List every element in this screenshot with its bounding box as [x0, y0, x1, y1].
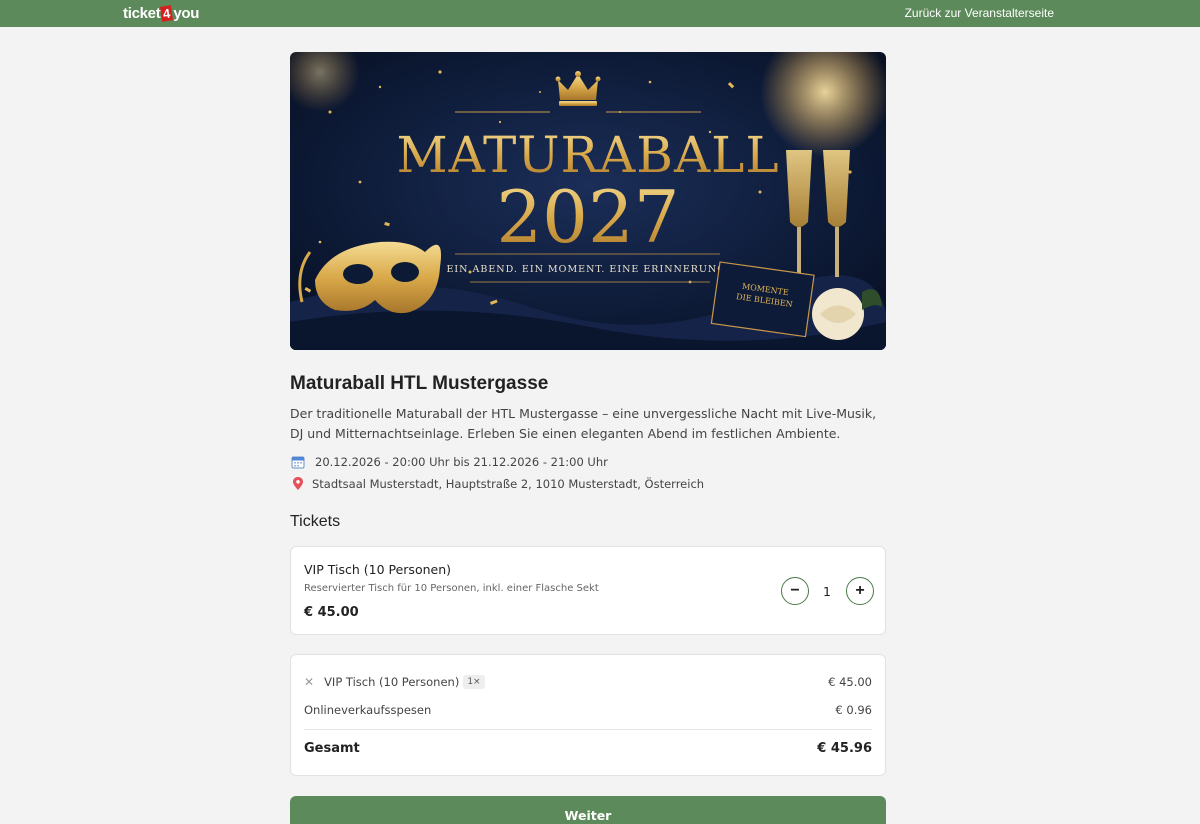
continue-button[interactable]: Weiter	[290, 796, 886, 824]
fee-value: € 0.96	[835, 703, 872, 717]
summary-item-row: ✕ VIP Tisch (10 Personen) 1× € 45.00	[304, 675, 872, 689]
decrease-quantity-button[interactable]: −	[781, 577, 809, 605]
ticket4you-logo[interactable]: ticket 4 you	[123, 5, 199, 23]
remove-item-icon[interactable]: ✕	[304, 675, 314, 689]
tickets-heading: Tickets	[290, 513, 341, 530]
total-label: Gesamt	[304, 741, 360, 756]
event-location-row: Stadtsaal Musterstadt, Hauptstraße 2, 10…	[290, 477, 704, 491]
logo-text-right: you	[173, 5, 200, 22]
event-location: Stadtsaal Musterstadt, Hauptstraße 2, 10…	[312, 477, 705, 491]
event-date-row: 20.12.2026 - 20:00 Uhr bis 21.12.2026 - …	[290, 455, 608, 469]
ticket-name: VIP Tisch (10 Personen)	[304, 562, 452, 577]
increase-quantity-button[interactable]: +	[846, 577, 874, 605]
summary-item-price: € 45.00	[828, 675, 872, 689]
logo-number: 4	[160, 5, 174, 22]
order-summary-card: ✕ VIP Tisch (10 Personen) 1× € 45.00 Onl…	[290, 654, 886, 776]
logo-text-left: ticket	[123, 5, 161, 22]
summary-divider	[304, 729, 872, 730]
fee-label: Onlineverkaufsspesen	[304, 703, 432, 717]
event-title: Maturaball HTL Mustergasse	[290, 373, 549, 394]
ticket-card: VIP Tisch (10 Personen) Reservierter Tis…	[290, 546, 886, 635]
ticket-price: € 45.00	[304, 605, 359, 620]
banner-year: 2027	[496, 175, 679, 259]
total-value: € 45.96	[817, 741, 872, 756]
map-pin-icon	[290, 477, 306, 491]
summary-item-qty-badge: 1×	[463, 675, 485, 689]
moments-card: MOMENTE DIE BLEIBEN	[710, 261, 815, 338]
calendar-icon	[290, 455, 306, 469]
top-navigation-bar: ticket 4 you Zurück zur Veranstalterseite	[0, 0, 1200, 27]
back-to-organizer-link[interactable]: Zurück zur Veranstalterseite	[905, 6, 1054, 20]
event-date: 20.12.2026 - 20:00 Uhr bis 21.12.2026 - …	[315, 455, 608, 469]
summary-item-name: VIP Tisch (10 Personen)	[324, 675, 460, 689]
total-row: Gesamt € 45.96	[304, 741, 872, 756]
fee-row: Onlineverkaufsspesen € 0.96	[304, 703, 872, 717]
ticket-description: Reservierter Tisch für 10 Personen, inkl…	[304, 583, 599, 594]
event-description: Der traditionelle Maturaball der HTL Mus…	[290, 406, 877, 441]
banner-tagline: EIN ABEND. EIN MOMENT. EINE ERINNERUNG.	[446, 264, 729, 275]
ticket-quantity: 1	[823, 584, 831, 599]
event-banner-image: MATURABALL 2027 EIN ABEND. EIN MOMENT. E…	[290, 52, 886, 350]
